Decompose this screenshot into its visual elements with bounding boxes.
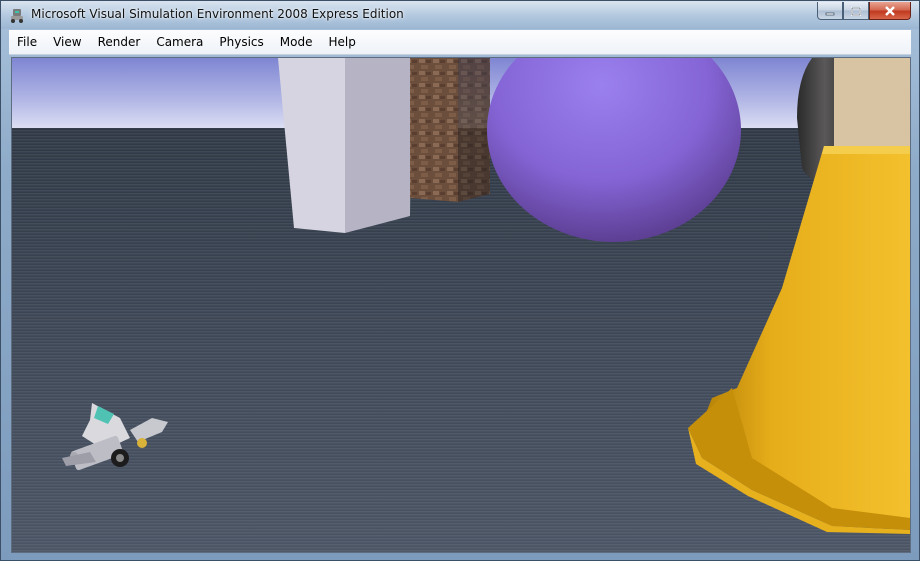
brick-pillar	[410, 58, 490, 202]
menu-camera[interactable]: Camera	[148, 31, 211, 53]
menu-file[interactable]: File	[9, 31, 45, 53]
beige-cylinder	[834, 58, 910, 153]
minimize-icon	[825, 1, 835, 20]
minimize-button[interactable]	[817, 2, 843, 20]
menu-render[interactable]: Render	[90, 31, 149, 53]
menu-mode[interactable]: Mode	[272, 31, 321, 53]
title-bar[interactable]: Microsoft Visual Simulation Environment …	[1, 1, 919, 29]
simulation-viewport[interactable]	[11, 57, 911, 553]
application-window: Microsoft Visual Simulation Environment …	[0, 0, 920, 561]
close-icon	[884, 1, 896, 20]
caption-buttons	[817, 2, 911, 21]
maximize-icon	[851, 1, 861, 20]
menu-physics[interactable]: Physics	[211, 31, 271, 53]
maximize-button[interactable]	[843, 2, 869, 20]
menu-view[interactable]: View	[45, 31, 89, 53]
menu-bar: File View Render Camera Physics Mode Hel…	[9, 30, 911, 55]
window-title: Microsoft Visual Simulation Environment …	[31, 7, 404, 21]
close-button[interactable]	[869, 2, 911, 20]
robot-app-icon	[9, 7, 25, 23]
white-box	[278, 58, 412, 233]
menu-help[interactable]: Help	[321, 31, 364, 53]
